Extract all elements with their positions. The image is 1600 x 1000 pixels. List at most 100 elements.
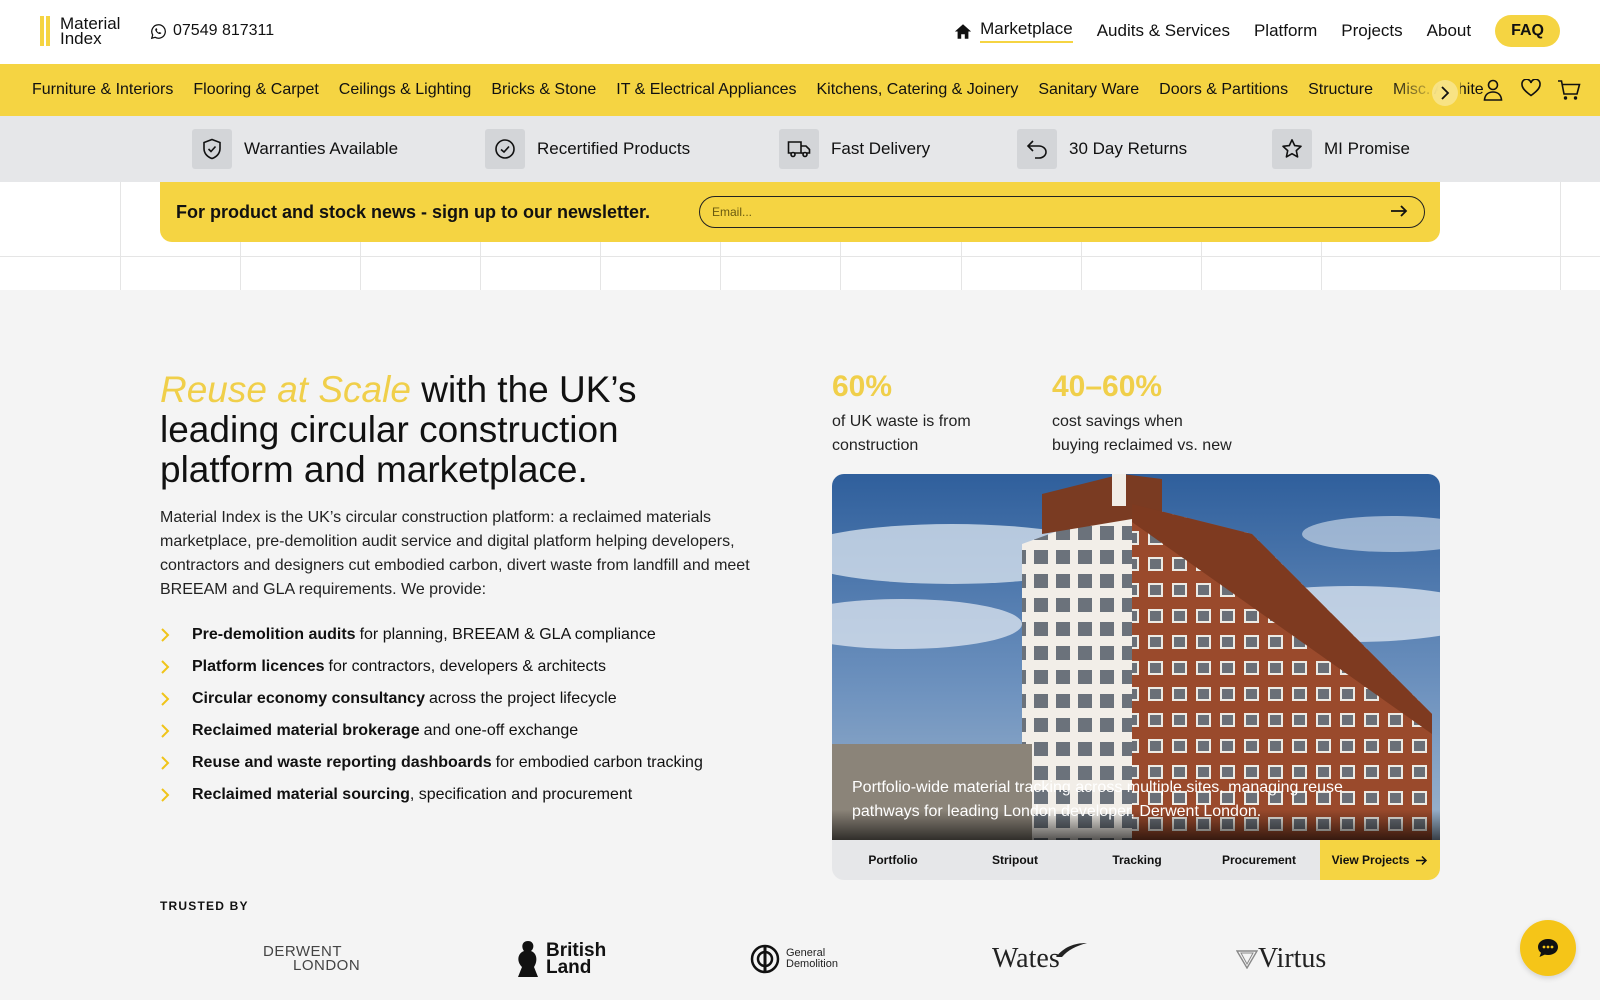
tab-tracking[interactable]: Tracking — [1076, 840, 1198, 880]
category-structure[interactable]: Structure — [1308, 81, 1373, 99]
virtus-mark-icon — [1236, 950, 1258, 969]
stat-label-line2: buying reclaimed vs. new — [1052, 437, 1232, 454]
service-item: Reclaimed material sourcing, specificati… — [160, 779, 703, 811]
chevron-right-icon — [161, 692, 170, 706]
cart-button[interactable] — [1550, 79, 1588, 101]
category-ceilings-lighting[interactable]: Ceilings & Lighting — [339, 81, 472, 99]
benefits-bar: Warranties Available Recertified Product… — [0, 116, 1600, 182]
logo-wates: Wates — [992, 934, 1088, 984]
newsletter-text: For product and stock news - sign up to … — [176, 202, 651, 222]
benefit-mi-promise[interactable]: MI Promise — [1272, 129, 1410, 169]
trusted-by-heading: TRUSTED BY — [160, 899, 249, 913]
hero-title: Reuse at Scale with the UK’s leading cir… — [160, 370, 680, 490]
client-logos: DERWENT LONDON British Land General Demolit… — [160, 934, 1440, 984]
arrow-right-icon — [1416, 855, 1428, 865]
material-index-logo[interactable]: Material Index — [40, 15, 120, 47]
category-it-electrical[interactable]: IT & Electrical Appliances — [616, 81, 796, 99]
category-bricks-stone[interactable]: Bricks & Stone — [491, 81, 596, 99]
stat-uk-waste: 60% of UK waste is from construction — [832, 370, 971, 458]
benefit-warranties[interactable]: Warranties Available — [192, 129, 398, 169]
logo-general-demolition: General Demolition — [750, 934, 838, 984]
chat-button[interactable] — [1520, 920, 1576, 976]
chat-bubble-icon — [1538, 939, 1558, 957]
main-nav: Marketplace Audits & Services Platform P… — [930, 14, 1560, 48]
tab-stripout[interactable]: Stripout — [954, 840, 1076, 880]
nav-projects[interactable]: Projects — [1341, 21, 1402, 41]
project-card: Portfolio-wide material tracking across … — [832, 474, 1440, 880]
logo-british-land: British Land — [514, 934, 606, 984]
cart-icon — [1558, 80, 1581, 100]
newsletter-email-input[interactable] — [699, 196, 1425, 228]
star-icon — [1282, 139, 1302, 158]
chevron-right-icon — [161, 724, 170, 738]
project-tabs: Portfolio Stripout Tracking Procurement … — [832, 840, 1440, 880]
category-bar: Furniture & Interiors Flooring & Carpet … — [0, 64, 1600, 116]
general-demolition-mark-icon — [750, 944, 780, 974]
tab-portfolio[interactable]: Portfolio — [832, 840, 954, 880]
phone-number: 07549 817311 — [173, 22, 275, 39]
view-projects-label: View Projects — [1331, 853, 1410, 867]
logo-mark — [40, 16, 52, 46]
service-item: Platform licences for contractors, develo… — [160, 651, 703, 683]
project-caption: Portfolio-wide material tracking across … — [852, 779, 1343, 820]
heart-icon — [1521, 79, 1541, 97]
account-button[interactable] — [1474, 79, 1512, 101]
category-flooring-carpet[interactable]: Flooring & Carpet — [193, 81, 318, 99]
category-kitchens-catering-joinery[interactable]: Kitchens, Catering & Joinery — [816, 81, 1018, 99]
nav-marketplace-label: Marketplace — [980, 19, 1073, 43]
benefit-fast-delivery-label: Fast Delivery — [831, 139, 931, 158]
account-icons — [1474, 79, 1588, 101]
logo-derwent-london: DERWENT LONDON — [263, 943, 361, 974]
benefit-recertified-label: Recertified Products — [537, 139, 691, 158]
benefit-returns[interactable]: 30 Day Returns — [1017, 129, 1187, 169]
benefit-fast-delivery[interactable]: Fast Delivery — [779, 129, 930, 169]
stat-value: 60% — [832, 370, 893, 403]
logo-virtus: Virtus — [1236, 934, 1326, 984]
wishlist-button[interactable] — [1512, 79, 1550, 101]
stat-cost-savings: 40–60% cost savings when buying reclaime… — [1052, 370, 1232, 458]
top-header: Material Index 07549 817311 Marketplace … — [0, 0, 1600, 64]
service-item: Reclaimed material brokerage and one-off … — [160, 715, 703, 747]
arrow-right-icon[interactable] — [1390, 204, 1408, 218]
whatsapp-icon — [150, 23, 166, 39]
tab-procurement[interactable]: Procurement — [1198, 840, 1320, 880]
hero-title-highlight: Reuse at Scale — [160, 369, 411, 410]
faq-button[interactable]: FAQ — [1495, 15, 1560, 47]
service-item: Reuse and waste reporting dashboards for … — [160, 747, 703, 779]
chevron-right-icon — [161, 628, 170, 642]
stat-value: 40–60% — [1052, 370, 1163, 403]
truck-icon — [787, 141, 811, 158]
phone-link[interactable]: 07549 817311 — [150, 22, 274, 40]
chevron-right-icon — [161, 756, 170, 770]
service-item: Circular economy consultancy across the p… — [160, 683, 703, 715]
chevron-right-icon — [161, 788, 170, 802]
home-icon — [955, 23, 972, 39]
services-list: Pre-demolition audits for planning, BREEA… — [160, 619, 703, 811]
stat-label-line1: cost savings when — [1052, 413, 1183, 430]
nav-about[interactable]: About — [1427, 21, 1471, 41]
british-land-mark-icon — [518, 941, 538, 977]
stat-label-line2: construction — [832, 437, 919, 454]
nav-platform[interactable]: Platform — [1254, 21, 1317, 41]
nav-audits-services[interactable]: Audits & Services — [1097, 21, 1230, 41]
nav-marketplace[interactable]: Marketplace — [954, 19, 1073, 43]
newsletter-banner: For product and stock news - sign up to … — [160, 182, 1440, 242]
project-photo: Portfolio-wide material tracking across … — [832, 474, 1440, 840]
shield-check-icon — [203, 138, 221, 160]
user-icon — [1483, 79, 1503, 101]
hero-intro: Material Index is the UK’s circular cons… — [160, 509, 750, 598]
benefit-recertified[interactable]: Recertified Products — [485, 129, 690, 169]
category-furniture-interiors[interactable]: Furniture & Interiors — [32, 81, 173, 99]
return-arrow-icon — [1026, 140, 1047, 159]
category-scroll-right-button[interactable] — [1432, 80, 1458, 106]
benefit-mi-promise-label: MI Promise — [1324, 139, 1410, 158]
circle-check-icon — [495, 139, 515, 159]
benefit-returns-label: 30 Day Returns — [1069, 139, 1188, 158]
category-sanitary-ware[interactable]: Sanitary Ware — [1038, 81, 1139, 99]
benefit-warranties-label: Warranties Available — [244, 139, 399, 158]
category-doors-partitions[interactable]: Doors & Partitions — [1159, 81, 1288, 99]
service-item: Pre-demolition audits for planning, BREEA… — [160, 619, 703, 651]
view-projects-button[interactable]: View Projects — [1320, 840, 1440, 880]
chevron-right-icon — [1441, 86, 1450, 100]
stat-label-line1: of UK waste is from — [832, 413, 971, 430]
